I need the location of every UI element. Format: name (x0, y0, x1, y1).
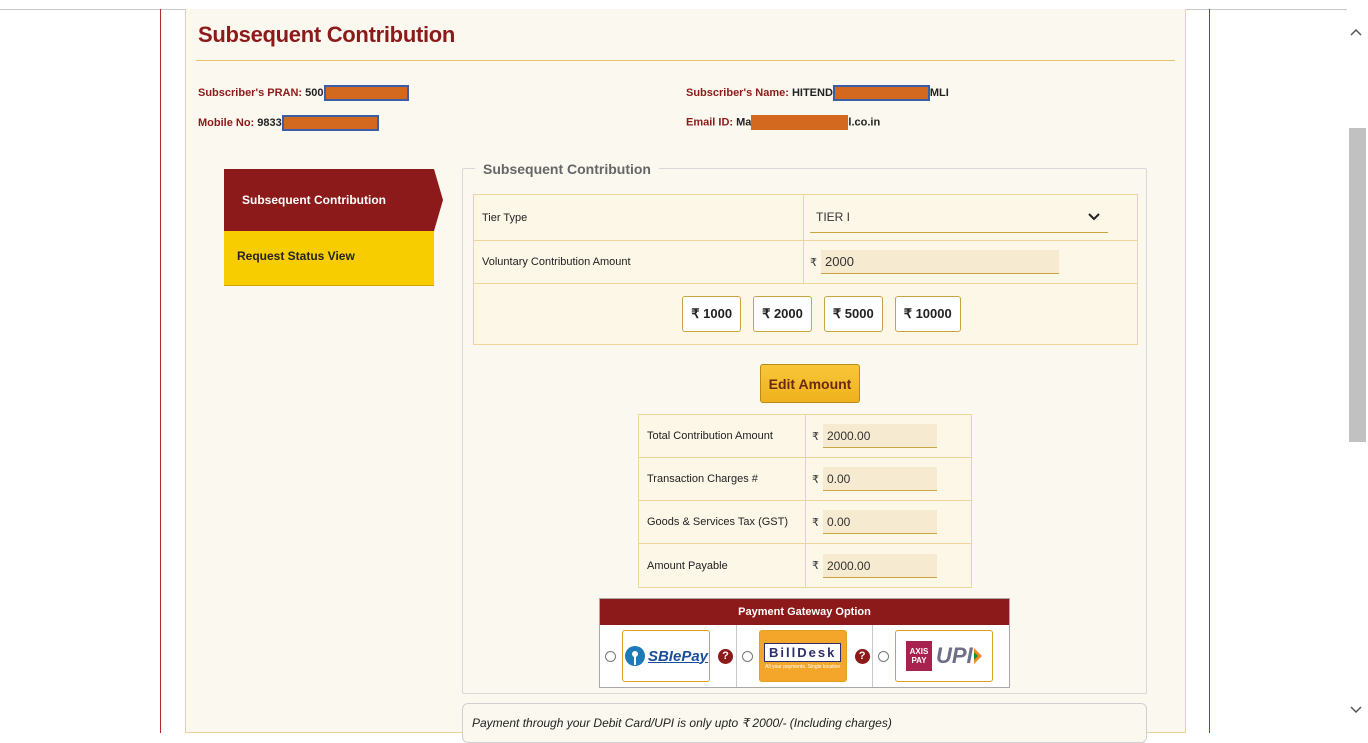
totals-table: Total Contribution Amount ₹2000.00 Trans… (638, 414, 972, 588)
sidebar-item-label: Request Status View (237, 249, 355, 263)
sbiepay-radio[interactable] (605, 651, 616, 662)
table-row: Total Contribution Amount ₹2000.00 (639, 415, 971, 458)
right-frame-line (1209, 9, 1210, 733)
email-prefix: Ma (736, 116, 751, 128)
left-frame-line (160, 9, 161, 733)
payment-gateway-title: Payment Gateway Option (600, 599, 1009, 625)
table-row: Voluntary Contribution Amount ₹ 2000 (474, 241, 1137, 284)
amount-payable-label: Amount Payable (639, 544, 806, 587)
email-info: Email ID: Ma l.co.in (686, 115, 880, 130)
email-label: Email ID: (686, 116, 736, 128)
tier-type-label: Tier Type (474, 195, 804, 240)
redaction-box (751, 115, 848, 130)
tier-type-value: TIER I (816, 210, 850, 224)
sbiepay-name: SBIePay (648, 648, 708, 665)
sbi-icon (624, 645, 646, 667)
table-row: Tier Type TIER I (474, 195, 1137, 241)
gateway-option-billdesk: BillDesk All your payments. Single locat… (737, 625, 874, 687)
redaction-box (282, 115, 379, 131)
payment-gateway-panel: Payment Gateway Option SBIePay ? BillDes… (599, 598, 1010, 688)
total-contribution-label: Total Contribution Amount (639, 415, 806, 457)
total-contribution-field: 2000.00 (823, 424, 937, 448)
amount-10000-button[interactable]: ₹ 10000 (895, 296, 961, 332)
title-divider (196, 60, 1175, 61)
amount-1000-button[interactable]: ₹ 1000 (682, 296, 741, 332)
upi-name: UPI (936, 643, 973, 669)
help-icon[interactable]: ? (855, 649, 870, 664)
quick-amount-row: ₹ 1000 ₹ 2000 ₹ 5000 ₹ 10000 (474, 284, 1137, 344)
name-suffix: MLI (930, 87, 949, 99)
pran-info: Subscriber's PRAN: 500 (198, 85, 409, 101)
upi-radio[interactable] (878, 651, 889, 662)
gateway-option-upi: AXIS PAY UPI (873, 625, 1009, 687)
redaction-box (833, 85, 930, 101)
payment-limit-note: Payment through your Debit Card/UPI is o… (462, 703, 1147, 743)
axis-pay-badge: AXIS PAY (906, 641, 932, 671)
billdesk-logo[interactable]: BillDesk All your payments. Single locat… (759, 630, 847, 682)
rupee-symbol: ₹ (812, 559, 819, 572)
main-panel: Subsequent Contribution Subscriber's PRA… (185, 9, 1186, 733)
scroll-up-icon[interactable] (1350, 28, 1362, 36)
gateway-option-sbiepay: SBIePay ? (600, 625, 737, 687)
gst-label: Goods & Services Tax (GST) (639, 501, 806, 543)
voluntary-amount-label: Voluntary Contribution Amount (474, 241, 804, 283)
pran-label: Subscriber's PRAN: (198, 87, 305, 99)
axis-upi-logo[interactable]: AXIS PAY UPI (895, 630, 993, 682)
sidebar-item-subsequent-contribution[interactable]: Subsequent Contribution (224, 169, 434, 231)
scrollbar-thumb[interactable] (1349, 128, 1366, 442)
billdesk-tagline: All your payments. Single location (765, 664, 840, 670)
voluntary-amount-input[interactable]: 2000 (821, 250, 1059, 274)
sidebar-item-request-status-view[interactable]: Request Status View (224, 231, 434, 285)
tier-type-cell: TIER I (804, 195, 1137, 240)
contribution-fieldset: Subsequent Contribution Tier Type TIER I… (462, 168, 1147, 694)
tier-type-select[interactable]: TIER I (810, 203, 1108, 233)
contribution-table: Tier Type TIER I Voluntary Contribution … (473, 194, 1138, 345)
sidebar-item-label: Subsequent Contribution (242, 193, 386, 207)
billdesk-name: BillDesk (764, 643, 841, 662)
sbiepay-logo[interactable]: SBIePay (622, 630, 710, 682)
sidebar-bottom-border (224, 285, 434, 286)
chevron-down-icon (1088, 213, 1100, 221)
rupee-symbol: ₹ (812, 516, 819, 529)
help-icon[interactable]: ? (718, 649, 733, 664)
pran-value: 500 (305, 87, 323, 99)
payment-gateway-options: SBIePay ? BillDesk All your payments. Si… (600, 625, 1009, 687)
mobile-label: Mobile No: (198, 117, 257, 129)
scroll-down-icon[interactable] (1350, 706, 1362, 714)
billdesk-radio[interactable] (742, 651, 753, 662)
payment-limit-text: Payment through your Debit Card/UPI is o… (472, 716, 892, 730)
name-info: Subscriber's Name: HITEND MLI (686, 85, 949, 101)
table-row: Transaction Charges # ₹0.00 (639, 458, 971, 501)
table-row: Goods & Services Tax (GST) ₹0.00 (639, 501, 971, 544)
name-label: Subscriber's Name: (686, 87, 792, 99)
transaction-charges-label: Transaction Charges # (639, 458, 806, 500)
side-navigation: Subsequent Contribution Request Status V… (224, 169, 434, 285)
gst-field: 0.00 (823, 510, 937, 534)
mobile-info: Mobile No: 9833 (198, 115, 379, 131)
email-suffix: l.co.in (848, 116, 880, 128)
transaction-charges-field: 0.00 (823, 467, 937, 491)
rupee-symbol: ₹ (812, 430, 819, 443)
upi-arrow-icon (973, 647, 983, 665)
rupee-symbol: ₹ (810, 256, 817, 269)
mobile-value: 9833 (257, 117, 281, 129)
name-prefix: HITEND (792, 87, 833, 99)
fieldset-legend: Subsequent Contribution (475, 161, 659, 177)
amount-payable-field: 2000.00 (823, 554, 937, 578)
amount-2000-button[interactable]: ₹ 2000 (753, 296, 812, 332)
amount-5000-button[interactable]: ₹ 5000 (824, 296, 883, 332)
rupee-symbol: ₹ (812, 473, 819, 486)
table-row: Amount Payable ₹2000.00 (639, 544, 971, 587)
voluntary-amount-cell: ₹ 2000 (804, 241, 1137, 283)
edit-amount-button[interactable]: Edit Amount (760, 364, 860, 403)
page-title: Subsequent Contribution (198, 22, 455, 48)
redaction-box (324, 85, 409, 101)
